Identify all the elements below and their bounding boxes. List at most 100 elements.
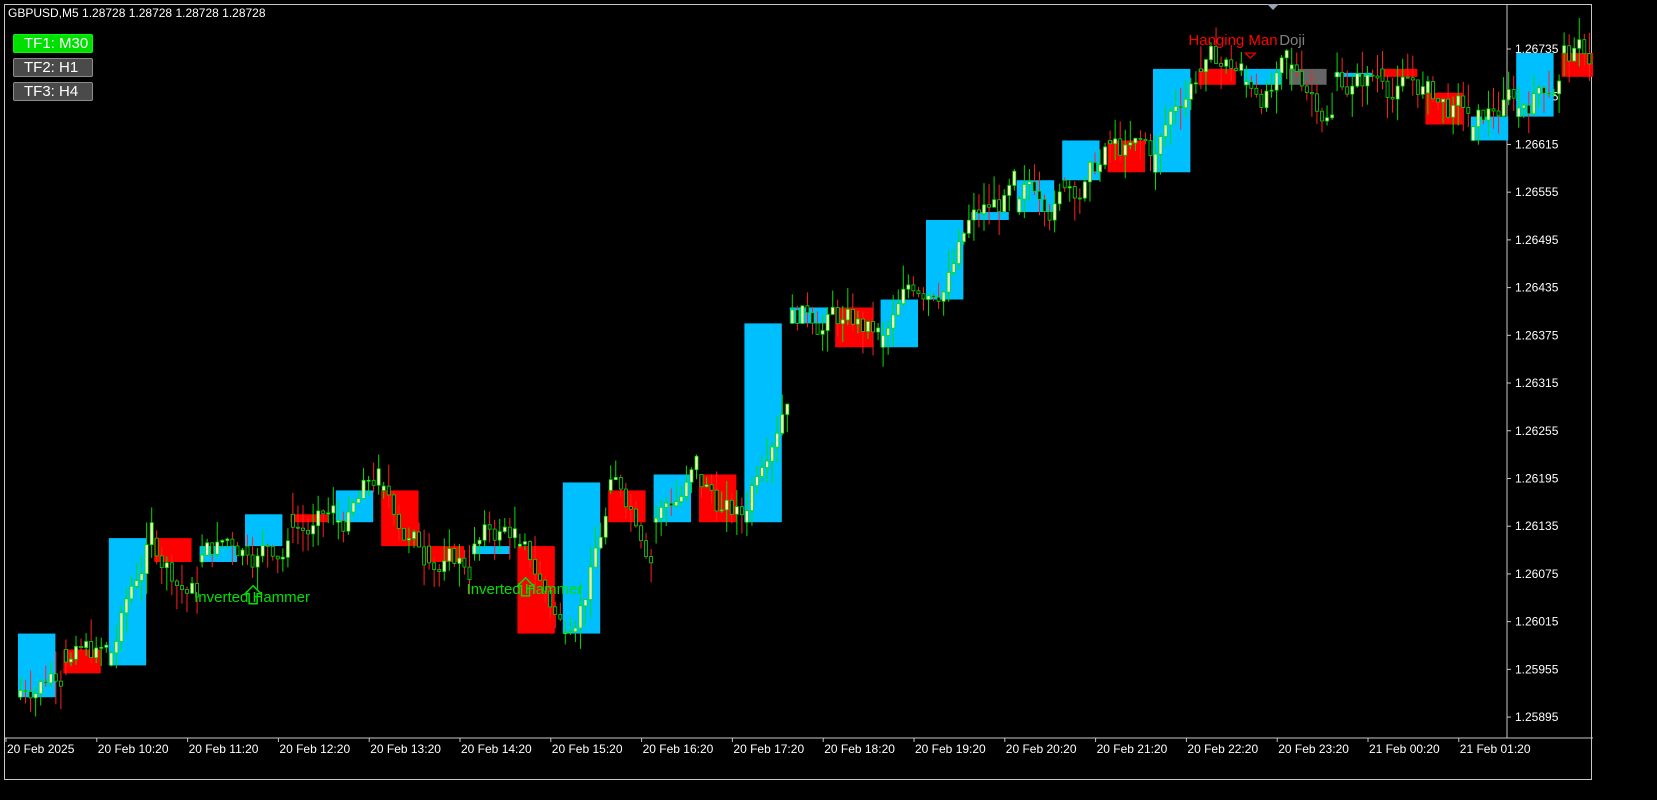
- candle-body: [1521, 104, 1526, 109]
- candle-body: [1431, 81, 1435, 100]
- candle-body: [1537, 87, 1541, 95]
- candle-body: [906, 284, 911, 290]
- candle-body: [1299, 71, 1304, 87]
- candle-body: [1163, 124, 1168, 137]
- candle-body: [270, 546, 275, 557]
- candle-body: [462, 557, 467, 568]
- candle-body: [1284, 50, 1289, 59]
- candle-body: [593, 547, 598, 568]
- candle-body: [775, 432, 780, 448]
- pattern-label: Hanging Man: [1188, 32, 1277, 49]
- time-tick-label: 20 Feb 17:20: [733, 742, 804, 756]
- candle-body: [1582, 39, 1587, 55]
- candle-body: [301, 527, 305, 531]
- tf2-button[interactable]: TF2: H1: [13, 58, 93, 77]
- candle-body: [1370, 74, 1375, 77]
- candle-body: [109, 652, 114, 666]
- candle-body: [649, 556, 653, 564]
- time-tick-label: 20 Feb 11:20: [189, 742, 259, 756]
- pattern-label: Doji: [1279, 32, 1305, 49]
- candle-body: [740, 506, 744, 516]
- price-tick-label: 1.26195: [1515, 471, 1559, 485]
- candle-body: [1098, 164, 1102, 173]
- candle-body: [280, 556, 285, 560]
- candle-body: [881, 335, 885, 348]
- candle-body: [734, 506, 739, 515]
- candle-body: [1032, 181, 1037, 192]
- chart-area[interactable]: 1.267351.266751.266151.265551.264951.264…: [4, 4, 1593, 781]
- candle-body: [477, 539, 482, 545]
- candle-body: [23, 690, 28, 692]
- candle-body: [951, 263, 956, 273]
- candle-body: [1234, 67, 1239, 71]
- candle-body: [1199, 68, 1203, 73]
- candle-body: [987, 204, 991, 208]
- candle-body: [1183, 98, 1188, 109]
- candle-body: [371, 479, 376, 486]
- candle-body: [306, 529, 310, 535]
- candle-body: [825, 314, 830, 331]
- candle-body: [1294, 64, 1299, 72]
- candle-body: [1153, 153, 1158, 173]
- candle-body: [1103, 146, 1107, 166]
- candle-body: [724, 499, 729, 511]
- candle-body: [215, 541, 220, 555]
- candle-body: [563, 632, 568, 635]
- time-tick-label: 21 Feb 00:20: [1369, 742, 1440, 756]
- candle-body: [1415, 79, 1420, 95]
- candle-body: [285, 540, 290, 558]
- candle-body: [901, 288, 906, 305]
- candle-body: [891, 314, 896, 329]
- candle-body: [795, 309, 800, 324]
- candle-body: [185, 589, 189, 594]
- candle-body: [911, 284, 916, 292]
- chart-shift-marker-icon[interactable]: [1267, 4, 1279, 10]
- htf-box-bull: [18, 633, 56, 698]
- candle-body: [53, 673, 58, 682]
- candle-body: [1072, 186, 1077, 199]
- candle-body: [1269, 89, 1274, 92]
- candle-body: [578, 605, 583, 629]
- candle-body: [18, 690, 23, 698]
- price-chart[interactable]: 1.267351.266751.266151.265551.264951.264…: [5, 5, 1593, 781]
- candle-body: [497, 531, 502, 541]
- candle-body: [452, 548, 457, 564]
- candle-body: [1557, 80, 1561, 95]
- candle-body: [997, 199, 1002, 213]
- candle-body: [694, 455, 699, 471]
- candle-body: [356, 498, 361, 504]
- candle-body: [845, 308, 850, 321]
- candle-body: [1239, 63, 1244, 71]
- candle-body: [699, 474, 704, 488]
- candle-body: [1587, 53, 1592, 65]
- time-tick-label: 20 Feb 2025: [7, 742, 75, 756]
- candle-body: [210, 542, 215, 555]
- price-tick-label: 1.26255: [1515, 424, 1559, 438]
- candle-body: [376, 468, 381, 486]
- candle-body: [492, 528, 497, 541]
- candle-body: [1052, 203, 1057, 221]
- tf1-button[interactable]: TF1: M30: [13, 34, 93, 53]
- candle-body: [361, 479, 366, 499]
- tf3-button[interactable]: TF3: H4: [13, 82, 93, 101]
- candle-body: [1577, 39, 1582, 49]
- candle-body: [346, 511, 351, 532]
- candle-body: [1340, 71, 1345, 88]
- candle-body: [745, 510, 749, 523]
- candle-body: [265, 545, 270, 547]
- candle-body: [755, 476, 759, 487]
- candle-body: [977, 209, 981, 215]
- candle-body: [1259, 93, 1264, 108]
- candle-body: [704, 484, 709, 488]
- candle-body: [1133, 137, 1138, 144]
- candle-body: [1123, 144, 1128, 156]
- candle-body: [800, 305, 805, 324]
- candle-body: [1143, 138, 1148, 142]
- time-tick-label: 20 Feb 13:20: [370, 742, 441, 756]
- candle-body: [714, 489, 719, 512]
- candle-body: [200, 554, 205, 563]
- candle-body: [1567, 45, 1572, 62]
- candle-body: [341, 520, 346, 532]
- candle-body: [1481, 109, 1486, 121]
- candle-body: [1400, 76, 1405, 87]
